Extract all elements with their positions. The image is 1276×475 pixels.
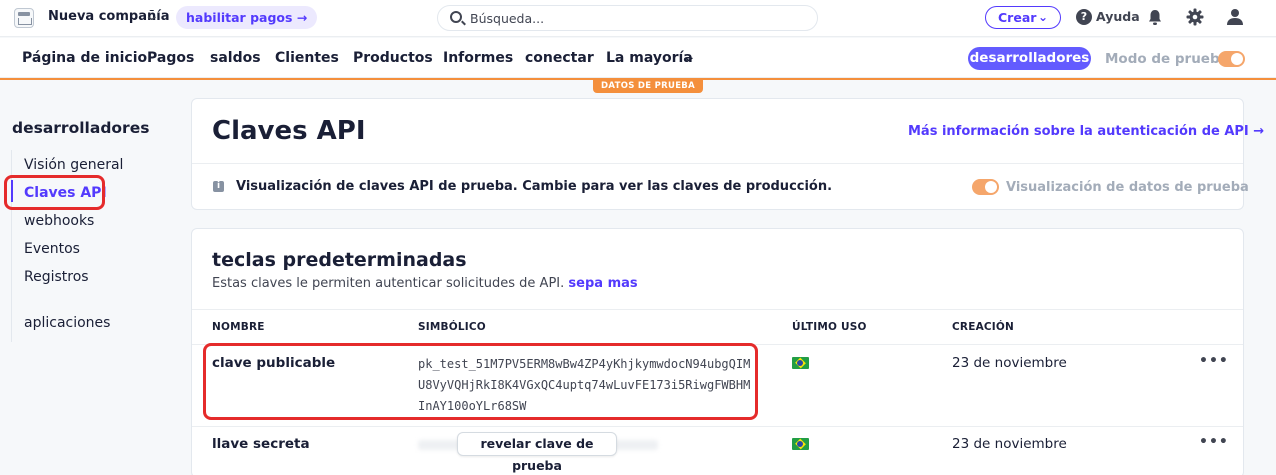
search-bar[interactable] — [437, 5, 818, 31]
test-mode-toggle[interactable] — [1218, 51, 1245, 67]
annotation-highlight — [4, 175, 105, 210]
gear-icon[interactable] — [1186, 8, 1204, 26]
view-test-data-label: Visualización de datos de prueba — [1006, 180, 1249, 195]
created-date: 23 de noviembre — [952, 436, 1067, 452]
nav-item-reports[interactable]: Informes — [443, 50, 513, 66]
help-icon[interactable]: ? — [1076, 9, 1092, 25]
section-title: teclas predeterminadas — [212, 249, 467, 271]
created-date: 23 de noviembre — [952, 355, 1067, 371]
page-title: Claves API — [212, 116, 366, 146]
section-description: Estas claves le permiten autenticar soli… — [212, 276, 638, 291]
chevron-down-icon[interactable]: ⌄ — [144, 8, 160, 24]
column-header-name: NOMBRE — [212, 321, 265, 333]
view-test-data-toggle[interactable] — [972, 179, 999, 195]
sidebar-item-apps[interactable]: aplicaciones — [24, 315, 110, 331]
learn-more-link[interactable]: sepa mas — [568, 276, 637, 291]
bell-icon[interactable] — [1147, 9, 1163, 26]
more-options-icon[interactable]: ••• — [1199, 353, 1229, 369]
enable-payments-button[interactable]: habilitar pagos → — [176, 6, 318, 29]
user-icon[interactable] — [1226, 8, 1244, 26]
developers-button[interactable]: desarrolladores — [968, 47, 1091, 70]
nav-item-balances[interactable]: saldos — [210, 50, 261, 66]
nav-item-payments[interactable]: Pagos — [147, 50, 194, 66]
more-options-icon[interactable]: ••• — [1199, 434, 1229, 450]
nav-item-home[interactable]: Página de inicio — [22, 50, 147, 66]
column-header-token: SIMBÓLICO — [418, 321, 486, 333]
top-bar: Nueva compañía ⌄ habilitar pagos → Crear… — [0, 0, 1276, 37]
enable-payments-label: habilitar pagos — [186, 10, 293, 25]
store-icon[interactable] — [14, 8, 34, 28]
search-input[interactable] — [470, 9, 800, 27]
sidebar-item-events[interactable]: Eventos — [24, 241, 80, 257]
main-nav: Página de inicio Pagos saldos Clientes P… — [0, 38, 1276, 78]
test-keys-notice: Visualización de claves API de prueba. C… — [236, 179, 833, 194]
create-button[interactable]: Crear ⌄ — [985, 6, 1061, 29]
sidebar-title: desarrolladores — [12, 119, 150, 137]
section-description-text: Estas claves le permiten autenticar soli… — [212, 276, 565, 291]
nav-item-customers[interactable]: Clientes — [275, 50, 339, 66]
help-label[interactable]: Ayuda — [1096, 9, 1140, 24]
reveal-test-key-button[interactable]: revelar clave de prueba — [457, 432, 617, 473]
nav-item-products[interactable]: Productos — [353, 50, 433, 66]
column-header-last-used: ÚLTIMO USO — [792, 321, 867, 333]
sidebar-item-logs[interactable]: Registros — [24, 269, 89, 285]
learn-more-link[interactable]: Más información sobre la autenticación d… — [908, 124, 1264, 139]
chevron-down-icon[interactable]: ⌄ — [681, 49, 697, 65]
brazil-flag-icon — [792, 438, 809, 450]
table-divider — [192, 426, 1243, 427]
divider — [192, 163, 1243, 164]
table-divider — [192, 309, 1243, 310]
annotation-highlight — [203, 343, 758, 420]
brazil-flag-icon — [792, 357, 809, 369]
column-header-created: CREACIÓN — [952, 321, 1015, 333]
test-mode-label: Modo de prueba — [1105, 51, 1229, 67]
nav-item-connect[interactable]: conectar — [525, 50, 594, 66]
create-label: Crear — [998, 10, 1037, 25]
sidebar-item-webhooks[interactable]: webhooks — [24, 213, 94, 229]
sidebar-item-overview[interactable]: Visión general — [24, 157, 123, 173]
info-icon: i — [213, 181, 224, 192]
arrow-right-icon: → — [296, 10, 308, 25]
key-name: llave secreta — [212, 436, 310, 452]
test-data-badge: DATOS DE PRUEBA — [593, 79, 703, 93]
search-icon — [450, 11, 462, 23]
chevron-down-icon: ⌄ — [1038, 10, 1049, 24]
